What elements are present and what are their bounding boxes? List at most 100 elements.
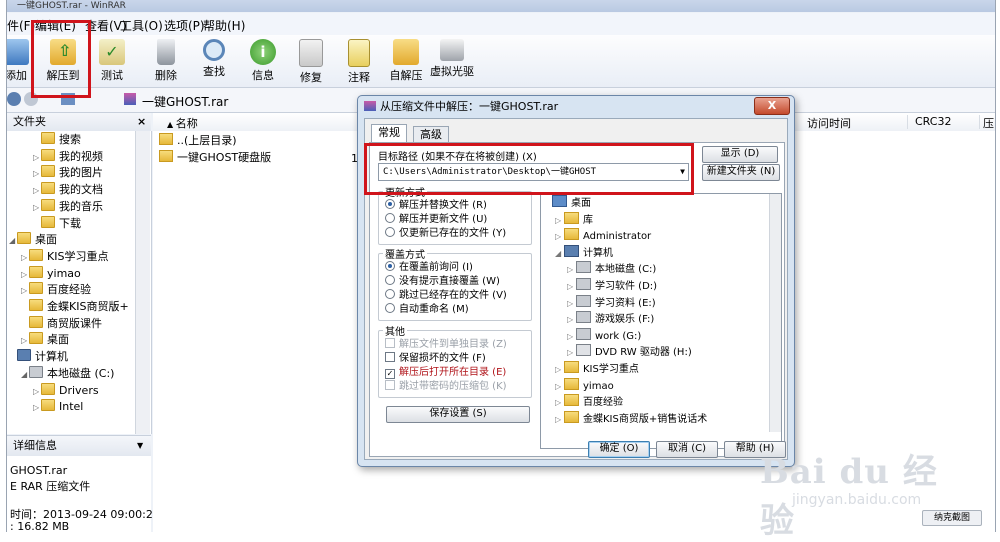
column-access-time[interactable]: 访问时间 [807, 115, 908, 130]
delete-button[interactable]: 删除 [143, 39, 189, 83]
tree-expander-icon[interactable]: ▷ [555, 412, 564, 428]
destination-tree-label: 库 [583, 214, 593, 226]
tree-item[interactable]: 计算机 [9, 349, 68, 365]
destination-tree-item[interactable]: ▷ 学习资料 (E:) [567, 294, 656, 312]
tree-expander-icon[interactable]: ▷ [21, 283, 29, 299]
info-button[interactable]: i 信息 [240, 39, 286, 83]
radio-skip[interactable]: 跳过已经存在的文件 (V) [385, 289, 507, 302]
tree-expander-icon[interactable]: ▷ [33, 384, 41, 400]
tree-item[interactable]: 搜索 [33, 132, 81, 148]
ok-button[interactable]: 确定 (O) [588, 441, 650, 458]
address-path[interactable]: 一键GHOST.rar [142, 93, 228, 110]
checkbox-skip-encrypted[interactable]: 跳过带密码的压缩包 (K) [385, 380, 507, 393]
repair-button[interactable]: 修复 [288, 39, 334, 85]
tree-expander-icon[interactable]: ▷ [555, 229, 564, 245]
radio-rename[interactable]: 自动重命名 (M) [385, 303, 469, 316]
destination-tree-item[interactable]: ▷ 本地磁盘 (C:) [567, 261, 656, 277]
radio-ask[interactable]: 在覆盖前询问 (I) [385, 261, 473, 274]
tab-general[interactable]: 常规 [371, 124, 407, 143]
destination-tree-item[interactable]: ▷ KIS学习重点 [555, 361, 639, 377]
tree-item[interactable]: ◢ 本地磁盘 (C:) [21, 365, 114, 383]
tree-expander-icon[interactable]: ▷ [21, 250, 29, 266]
tree-expander-icon[interactable]: ▷ [555, 362, 564, 378]
tree-item[interactable]: ▷ Intel [33, 399, 83, 415]
tree-item[interactable]: 商贸版课件 [21, 315, 102, 332]
tree-item[interactable]: ▷ 我的文档 [33, 182, 103, 198]
destination-tree-item[interactable]: 桌面 [543, 195, 591, 211]
tree-item[interactable]: ▷ Drivers [33, 382, 99, 400]
tree-expander-icon[interactable]: ◢ [21, 367, 29, 383]
radio-overwrite[interactable]: 没有提示直接覆盖 (W) [385, 275, 500, 288]
tree-item[interactable]: ◢ 桌面 [9, 232, 57, 248]
folder-tree-scrollbar[interactable] [135, 131, 150, 434]
destination-tree-label: 本地磁盘 (C:) [595, 264, 657, 276]
tree-expander-icon[interactable]: ▷ [21, 267, 29, 283]
destination-tree-item[interactable]: ▷ 库 [555, 211, 593, 229]
tree-item[interactable]: ▷ 我的音乐 [33, 198, 103, 216]
virtual-drive-button[interactable]: 虚拟光驱 [426, 39, 478, 79]
close-icon[interactable]: × [137, 113, 146, 131]
destination-tree-item[interactable]: ▷ 金蝶KIS商贸版+销售说话术 [555, 410, 707, 428]
checkbox-open-folder[interactable]: ✓ 解压后打开所在目录 (E) [385, 366, 506, 379]
list-item[interactable]: ..(上层目录) [159, 133, 237, 149]
checkbox-keep-broken[interactable]: 保留损坏的文件 (F) [385, 352, 486, 365]
tree-item[interactable]: 下载 [33, 215, 81, 232]
list-item[interactable]: 一键GHOST硬盘版 [159, 150, 271, 166]
tree-item[interactable]: 金蝶KIS商贸版+​ [21, 299, 129, 315]
destination-tree-item[interactable]: ◢ 计算机 [555, 244, 613, 262]
sfx-button[interactable]: 自解压 [383, 39, 429, 83]
checkbox-separate-folder[interactable]: 解压文件到单独目录 (Z) [385, 338, 507, 351]
tree-expander-icon[interactable]: ▷ [555, 395, 564, 411]
destination-tree-item[interactable]: ▷ 学习软件 (D:) [567, 278, 657, 294]
tree-item[interactable]: ▷ 百度经验 [21, 282, 91, 298]
tree-expander-icon[interactable]: ▷ [555, 213, 564, 229]
tree-expander-icon[interactable]: ▷ [21, 333, 29, 349]
show-button[interactable]: 显示 (D) [702, 146, 778, 163]
back-icon[interactable] [7, 92, 21, 106]
tree-item[interactable]: ▷ 桌面 [21, 332, 69, 348]
tree-expander-icon[interactable]: ▷ [567, 329, 576, 345]
radio-replace[interactable]: 解压并替换文件 (R) [385, 199, 487, 212]
destination-tree-scrollbar[interactable] [769, 194, 781, 432]
tree-expander-icon[interactable]: ▷ [33, 400, 41, 416]
close-button[interactable]: X [754, 97, 790, 115]
find-button[interactable]: 查找 [191, 39, 237, 79]
destination-tree-item[interactable]: ▷ Administrator [555, 228, 651, 244]
destination-tree-item[interactable]: ▷ yimao [555, 377, 614, 395]
tree-expander-icon[interactable]: ▷ [33, 183, 41, 199]
tree-expander-icon[interactable]: ▷ [33, 166, 41, 182]
destination-tree-item[interactable]: ▷ 百度经验 [555, 394, 623, 410]
column-name[interactable]: ▲ 名称 [167, 115, 368, 130]
menu-options[interactable]: 选项(P) [164, 17, 205, 34]
tree-expander-icon[interactable]: ▷ [555, 379, 564, 395]
tree-item[interactable]: ▷ yimao [21, 265, 81, 283]
tree-expander-icon[interactable]: ▷ [33, 200, 41, 216]
tree-expander-icon[interactable]: ◢ [555, 246, 564, 262]
tree-expander-icon[interactable]: ▷ [567, 262, 576, 278]
destination-tree-item[interactable]: ▷ 游戏娱乐 (F:) [567, 311, 654, 327]
cancel-button[interactable]: 取消 (C) [656, 441, 718, 458]
test-button[interactable]: ✓ 测试 [89, 39, 135, 83]
column-crc32[interactable]: CRC32 [915, 115, 980, 129]
menu-help[interactable]: 帮助(H) [203, 17, 245, 34]
tree-item[interactable]: ▷ 我的视频 [33, 148, 103, 166]
tab-advanced[interactable]: 高级 [413, 126, 449, 143]
menu-tools[interactable]: 工具(O) [120, 17, 163, 34]
new-folder-button[interactable]: 新建文件夹 (N) [702, 164, 780, 181]
tree-expander-icon[interactable]: ▷ [567, 312, 576, 328]
tree-item[interactable]: ▷ 我的图片 [33, 165, 103, 181]
comment-button[interactable]: 注释 [336, 39, 382, 85]
tree-expander-icon[interactable]: ▷ [33, 150, 41, 166]
tree-expander-icon[interactable]: ◢ [9, 233, 17, 249]
radio-fresh-existing[interactable]: 仅更新已存在的文件 (Y) [385, 227, 506, 240]
tree-expander-icon[interactable]: ▷ [567, 296, 576, 312]
destination-tree-item[interactable]: ▷ work (G:) [567, 327, 641, 345]
column-more[interactable]: 压 [983, 115, 995, 130]
tree-item[interactable]: ▷ KIS学习重点 [21, 248, 108, 266]
tree-expander-icon[interactable]: ▷ [567, 345, 576, 361]
destination-tree-item[interactable]: ▷ DVD RW 驱动器 (H:) [567, 344, 692, 360]
save-settings-button[interactable]: 保存设置 (S) [386, 406, 530, 423]
radio-update[interactable]: 解压并更新文件 (U) [385, 213, 487, 226]
tree-expander-icon[interactable]: ▷ [567, 279, 576, 295]
chevron-down-icon[interactable]: ▼ [137, 436, 143, 456]
